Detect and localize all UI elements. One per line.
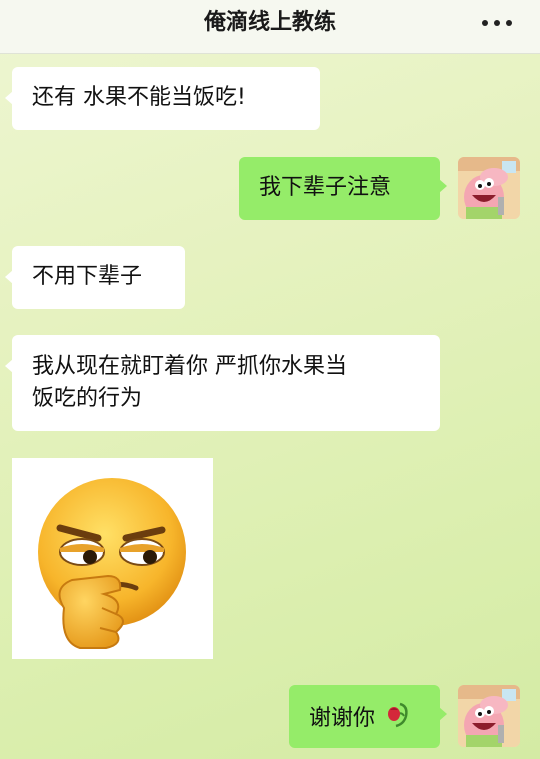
thinking-face-sticker[interactable] — [12, 458, 213, 659]
message-bubble-right[interactable]: 谢谢你 — [289, 685, 447, 748]
message-text: 谢谢你 — [309, 706, 376, 731]
message-text: 还有 水果不能当饭吃! — [32, 85, 246, 110]
message-text-line: 我从现在就盯着你 严抓你水果当 — [32, 354, 347, 379]
message-text: 我下辈子注意 — [259, 175, 392, 200]
my-avatar[interactable] — [458, 157, 520, 219]
thinking-face-icon — [38, 478, 186, 649]
patrick-avatar-icon — [458, 685, 520, 747]
message-text-line: 饭吃的行为 — [32, 386, 143, 411]
message-bubble-left[interactable]: 我从现在就盯着你 严抓你水果当 饭吃的行为 — [5, 335, 440, 431]
my-avatar[interactable] — [458, 685, 520, 747]
more-dots-icon[interactable] — [482, 11, 512, 35]
chat-title: 俺滴线上教练 — [203, 10, 336, 35]
patrick-avatar-icon — [458, 157, 520, 219]
message-bubble-left[interactable]: 还有 水果不能当饭吃! — [5, 67, 320, 130]
wilted-rose-icon — [384, 700, 412, 738]
message-bubble-left[interactable]: 不用下辈子 — [5, 246, 185, 309]
chat-header: 俺滴线上教练 — [0, 0, 540, 54]
message-text: 不用下辈子 — [32, 264, 143, 289]
message-bubble-right[interactable]: 我下辈子注意 — [239, 157, 447, 220]
